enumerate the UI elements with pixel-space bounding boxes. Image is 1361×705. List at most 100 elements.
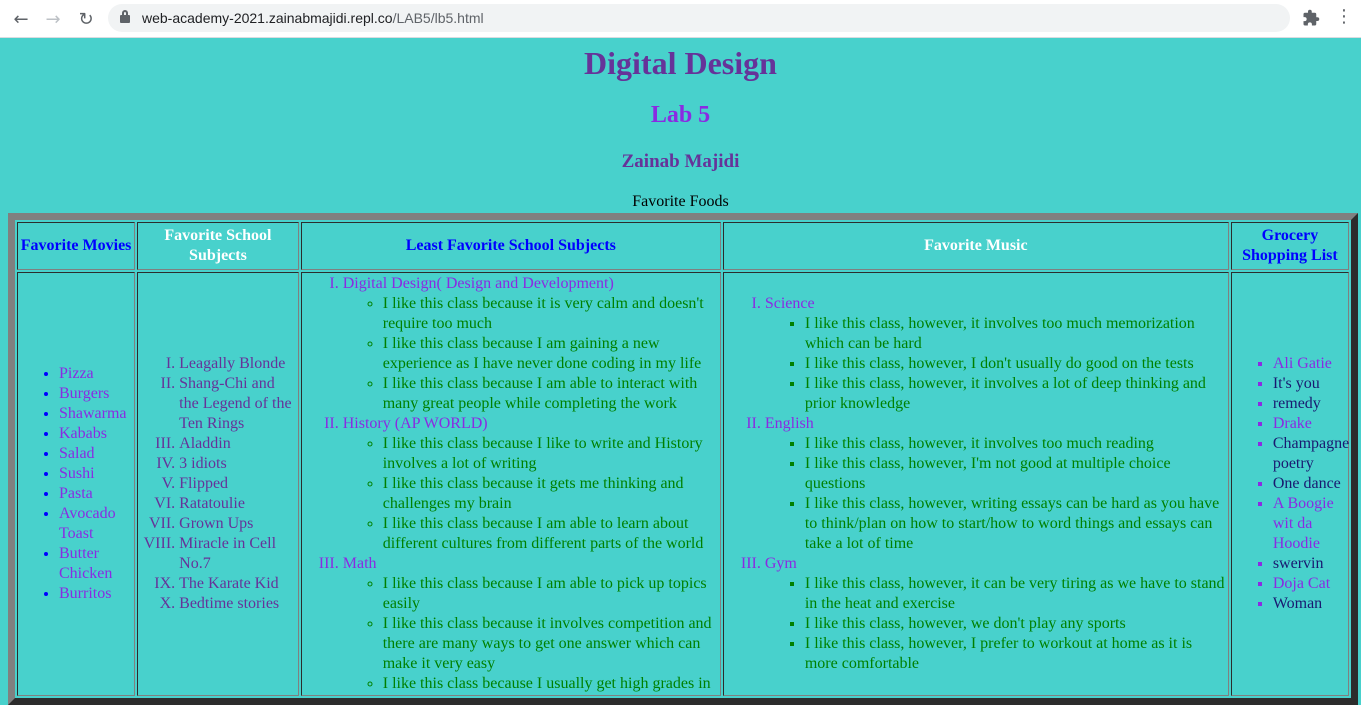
- list-item: Burgers: [59, 384, 133, 404]
- back-arrow-icon[interactable]: ←: [8, 6, 34, 32]
- list-item: Aladdin: [179, 434, 297, 454]
- reasons-list: I like this class, however, it involves …: [765, 314, 1227, 414]
- list-item: I like this class, however, I don't usua…: [805, 354, 1227, 374]
- list-item: swervin: [1273, 554, 1347, 574]
- list-item: Ratatoulie: [179, 494, 297, 514]
- reasons-list: I like this class, however, it involves …: [765, 434, 1227, 554]
- list-item: I like this class, however, it involves …: [805, 434, 1227, 454]
- forward-arrow-icon[interactable]: →: [40, 6, 66, 32]
- more-menu-icon[interactable]: ⋮: [1334, 6, 1354, 32]
- cell-foods: Pizza Burgers Shawarma Kababs Salad Sush…: [17, 272, 136, 696]
- subject-item: Gym I like this class, however, it can b…: [765, 554, 1227, 674]
- list-item: I like this class because I am able to l…: [383, 514, 719, 554]
- list-item: I like this class because I like to writ…: [383, 434, 719, 474]
- header-least-favorite-subjects: Least Favorite School Subjects: [300, 222, 721, 270]
- subject-name: Digital Design( Design and Development): [342, 275, 614, 292]
- subjects-list: Digital Design( Design and Development) …: [303, 274, 719, 694]
- list-item: One dance: [1273, 474, 1347, 494]
- list-item: I like this class, however, it involves …: [805, 374, 1227, 414]
- header-grocery-list: Grocery Shopping List: [1230, 222, 1349, 270]
- list-item: I like this class because it gets me thi…: [383, 474, 719, 514]
- list-item: Shang-Chi and the Legend of the Ten Ring…: [179, 374, 297, 434]
- list-item: I like this class because it is very cal…: [383, 294, 719, 334]
- subject-item: Digital Design( Design and Development) …: [343, 274, 719, 414]
- url-path: /LAB5/lb5.html: [392, 10, 484, 26]
- subject-name: Math: [342, 555, 377, 572]
- list-item: I like this class, however, writing essa…: [805, 494, 1227, 554]
- favorites-table: Favorite Movies Favorite School Subjects…: [8, 213, 1358, 705]
- list-item: Kababs: [59, 424, 133, 444]
- list-item: Woman: [1273, 594, 1347, 614]
- foods-list: Pizza Burgers Shawarma Kababs Salad Sush…: [19, 364, 133, 604]
- subject-name: History (AP WORLD): [342, 415, 488, 432]
- list-item: remedy: [1273, 394, 1347, 414]
- list-item: 3 idiots: [179, 454, 297, 474]
- list-item: I like this class, however, we don't pla…: [805, 614, 1227, 634]
- list-item: Sushi: [59, 464, 133, 484]
- list-item: Champagne poetry: [1273, 434, 1349, 474]
- list-item: Bedtime stories: [179, 594, 297, 614]
- list-item: Miracle in Cell No.7: [179, 534, 297, 574]
- table-caption: Favorite Foods: [632, 193, 729, 210]
- list-item: Drake: [1273, 414, 1347, 434]
- table-header-row: Favorite Movies Favorite School Subjects…: [17, 222, 1349, 270]
- movies-list: Leagally Blonde Shang-Chi and the Legend…: [139, 354, 297, 614]
- list-item: Grown Ups: [179, 514, 297, 534]
- list-item: I like this class, however, it involves …: [805, 314, 1227, 354]
- url-text[interactable]: web-academy-2021.zainabmajidi.repl.co/LA…: [142, 10, 484, 26]
- subject-item: English I like this class, however, it i…: [765, 414, 1227, 554]
- list-item: Shawarma: [59, 404, 133, 424]
- header-favorite-subjects: Favorite School Subjects: [137, 222, 299, 270]
- author-name: Zainab Majidi: [621, 151, 740, 172]
- least-subjects-list: Science I like this class, however, it i…: [725, 294, 1227, 674]
- list-item: I like this class, however, I prefer to …: [805, 634, 1227, 674]
- reasons-list: I like this class because it is very cal…: [343, 294, 719, 414]
- list-item: Avocado Toast: [59, 504, 133, 544]
- list-item: Flipped: [179, 474, 297, 494]
- cell-movies: Leagally Blonde Shang-Chi and the Legend…: [137, 272, 299, 696]
- extensions-puzzle-icon[interactable]: [1302, 9, 1322, 29]
- list-item: A Boogie wit da Hoodie: [1273, 494, 1347, 554]
- browser-toolbar: ← → ↻ web-academy-2021.zainabmajidi.repl…: [0, 0, 1361, 38]
- list-item: I like this class because I am gaining a…: [383, 334, 719, 374]
- list-item: Pasta: [59, 484, 133, 504]
- subject-name: English: [764, 415, 814, 432]
- subject-name: Science: [764, 295, 815, 312]
- url-host: web-academy-2021.zainabmajidi.repl.co: [142, 10, 393, 26]
- reload-icon[interactable]: ↻: [73, 6, 99, 32]
- subject-item: Science I like this class, however, it i…: [765, 294, 1227, 414]
- header-favorite-music: Favorite Music: [722, 222, 1229, 270]
- list-item: Salad: [59, 444, 133, 464]
- list-item: I like this class because it involves co…: [383, 614, 719, 674]
- table-body-row: Pizza Burgers Shawarma Kababs Salad Sush…: [17, 272, 1349, 696]
- list-item: I like this class because I usually get …: [383, 674, 719, 694]
- list-item: The Karate Kid: [179, 574, 297, 594]
- content-table-wrapper: Favorite Movies Favorite School Subjects…: [8, 213, 1358, 705]
- address-bar[interactable]: web-academy-2021.zainabmajidi.repl.co/LA…: [108, 4, 1290, 32]
- reasons-list: I like this class, however, it can be ve…: [765, 574, 1227, 674]
- lab-heading: Lab 5: [650, 102, 711, 128]
- list-item: It's you: [1273, 374, 1347, 394]
- list-item: Leagally Blonde: [179, 354, 297, 374]
- list-item: I like this class because I am able to i…: [383, 374, 719, 414]
- subject-name: Gym: [764, 555, 797, 572]
- list-item: Pizza: [59, 364, 133, 384]
- subject-item: Math I like this class because I am able…: [343, 554, 719, 694]
- list-item: I like this class, however, I'm not good…: [805, 454, 1227, 494]
- list-item: Ali Gatie: [1273, 354, 1347, 374]
- list-item: I like this class because I am able to p…: [383, 574, 719, 614]
- list-item: Burritos: [59, 584, 133, 604]
- list-item: I like this class, however, it can be ve…: [805, 574, 1227, 614]
- header-favorite-movies: Favorite Movies: [17, 222, 136, 270]
- cell-subjects: Digital Design( Design and Development) …: [300, 272, 721, 696]
- reasons-list: I like this class because I am able to p…: [343, 574, 719, 694]
- reasons-list: I like this class because I like to writ…: [343, 434, 719, 554]
- list-item: Doja Cat: [1273, 574, 1347, 594]
- music-list: Ali Gatie It's you remedy Drake Champagn…: [1233, 354, 1349, 614]
- list-item: Butter Chicken: [59, 544, 133, 584]
- page-title: Digital Design: [584, 45, 777, 81]
- lock-icon[interactable]: [120, 10, 130, 24]
- cell-music: Ali Gatie It's you remedy Drake Champagn…: [1230, 272, 1349, 696]
- subject-item: History (AP WORLD) I like this class bec…: [343, 414, 719, 554]
- cell-least-subjects: Science I like this class, however, it i…: [722, 272, 1229, 696]
